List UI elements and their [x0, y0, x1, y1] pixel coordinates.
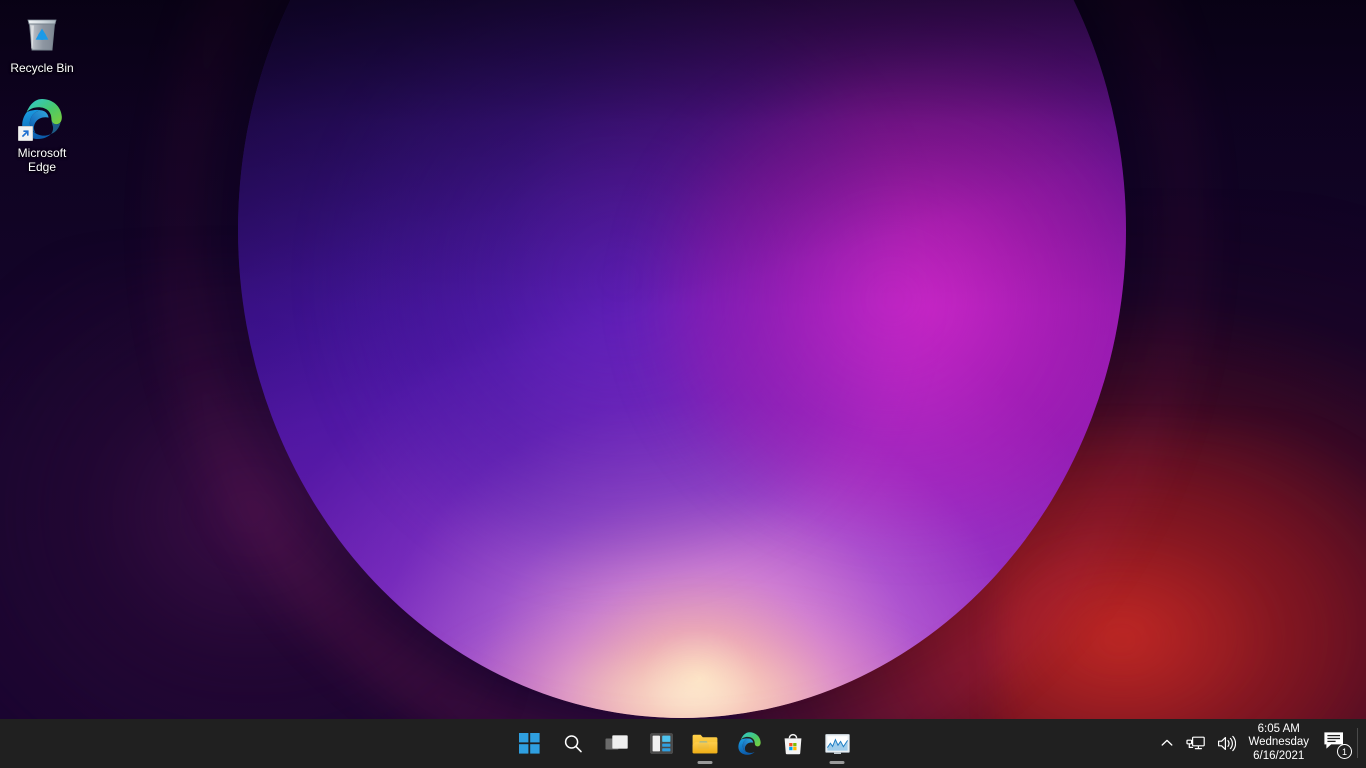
microsoft-edge-icon [736, 730, 763, 757]
tray-notifications-button[interactable]: 1 [1317, 723, 1355, 763]
network-icon [1186, 735, 1205, 752]
tray-volume-button[interactable] [1211, 723, 1242, 763]
clock-weekday: Wednesday [1248, 736, 1309, 750]
search-icon [562, 733, 584, 755]
desktop-icon-microsoft-edge[interactable]: Microsoft Edge [4, 91, 80, 178]
chevron-up-icon [1160, 736, 1174, 750]
task-manager-icon [825, 733, 850, 755]
windows-logo-icon [519, 733, 540, 754]
desktop[interactable]: Recycle Bin [0, 0, 1366, 768]
wallpaper-bloom-sphere [236, 0, 1128, 720]
volume-icon [1217, 735, 1236, 752]
taskbar-running-indicator [830, 761, 845, 764]
widgets-icon [650, 733, 673, 754]
desktop-icon-label-line1: Microsoft [18, 146, 67, 160]
taskbar-running-indicator [698, 761, 713, 764]
taskbar-widgets-button[interactable] [639, 724, 683, 764]
file-explorer-icon [692, 733, 718, 755]
tray-show-hidden-icons-button[interactable] [1154, 723, 1180, 763]
taskbar-center-group [507, 720, 859, 768]
shortcut-arrow-badge [18, 126, 33, 141]
desktop-icon-recycle-bin[interactable]: Recycle Bin [4, 6, 80, 79]
desktop-icon-column: Recycle Bin [0, 6, 84, 190]
desktop-icon-label: Recycle Bin [10, 61, 73, 75]
task-view-icon [605, 734, 629, 754]
taskbar-search-button[interactable] [551, 724, 595, 764]
taskbar-clock[interactable]: 6:05 AM Wednesday 6/16/2021 [1242, 721, 1317, 765]
tray-divider [1357, 728, 1358, 758]
recycle-bin-icon [18, 10, 66, 58]
taskbar-task-view-button[interactable] [595, 724, 639, 764]
desktop-icon-label: Microsoft Edge [18, 146, 67, 174]
microsoft-store-icon [781, 732, 805, 756]
taskbar-start-button[interactable] [507, 724, 551, 764]
taskbar-task-manager-button[interactable] [815, 724, 859, 764]
taskbar-microsoft-edge-button[interactable] [727, 724, 771, 764]
taskbar-microsoft-store-button[interactable] [771, 724, 815, 764]
tray-network-button[interactable] [1180, 723, 1211, 763]
notification-count-badge: 1 [1337, 744, 1352, 759]
microsoft-edge-icon [18, 95, 66, 143]
clock-time: 6:05 AM [1248, 723, 1309, 737]
taskbar[interactable]: 6:05 AM Wednesday 6/16/2021 1 [0, 719, 1366, 768]
taskbar-file-explorer-button[interactable] [683, 724, 727, 764]
desktop-icon-label-line2: Edge [28, 160, 56, 174]
clock-date: 6/16/2021 [1248, 750, 1309, 764]
system-tray: 6:05 AM Wednesday 6/16/2021 1 [1154, 719, 1366, 767]
